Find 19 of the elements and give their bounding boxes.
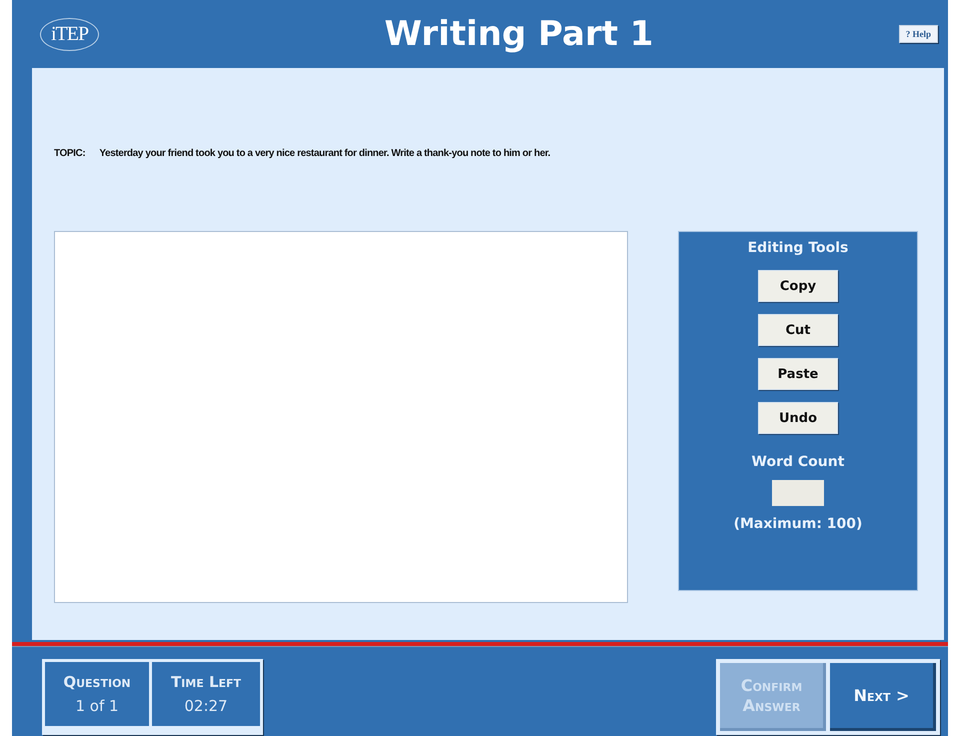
tool-button[interactable]: Undo [758, 402, 838, 434]
answer-field[interactable] [54, 231, 628, 603]
status-value: 1 of 1 [75, 697, 119, 715]
topic-label: TOPIC: [54, 148, 86, 159]
status-label: Time Left [170, 673, 242, 691]
topic-text: Yesterday your friend took you to a very nice restaurant for dinner. Write a thank-you note to him or her. [99, 148, 550, 159]
logo: iTEP [40, 18, 100, 50]
nav-button[interactable]: Next > [830, 663, 936, 731]
tool-button[interactable]: Cut [758, 314, 838, 346]
maximum-note: (Maximum: 100) [734, 516, 862, 532]
help-button[interactable]: ? Help [898, 25, 938, 43]
status-label: Question [63, 673, 131, 691]
word-count-field [772, 480, 824, 506]
word-count-label: Word Count [752, 454, 844, 470]
page-title: Writing Part 1 [384, 14, 654, 54]
tool-button[interactable]: Copy [758, 270, 838, 302]
status-value: 02:27 [184, 697, 228, 715]
panel-title: Editing Tools [748, 240, 848, 256]
tool-button[interactable]: Paste [758, 358, 838, 390]
